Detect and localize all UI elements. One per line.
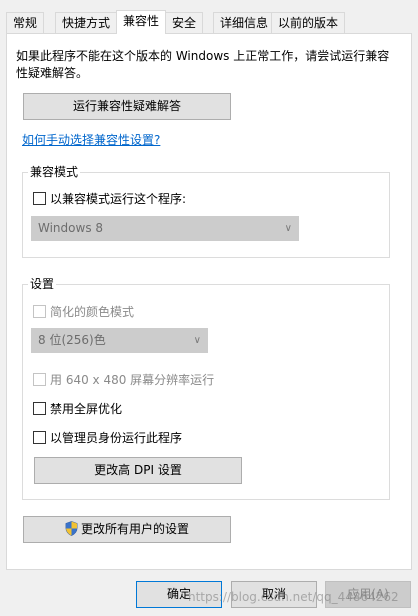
color-mode-select: 8 位(256)色 ∨	[31, 328, 208, 353]
change-all-users-button[interactable]: 更改所有用户的设置	[23, 516, 231, 543]
apply-button[interactable]: 应用(A)	[325, 581, 411, 608]
tab-general[interactable]: 常规	[6, 12, 45, 33]
uac-shield-icon	[65, 520, 78, 545]
settings-title: 设置	[28, 277, 57, 291]
resolution-label: 用 640 x 480 屏幕分辨率运行	[50, 373, 215, 387]
os-version-select: Windows 8 ∨	[31, 216, 299, 241]
fullscreen-opt-checkbox[interactable]: 禁用全屏优化	[33, 400, 122, 417]
compat-mode-label: 以兼容模式运行这个程序:	[50, 192, 187, 206]
compat-mode-checkbox[interactable]: 以兼容模式运行这个程序:	[33, 190, 186, 207]
compat-mode-group	[22, 172, 390, 258]
reduced-color-label: 简化的颜色模式	[50, 305, 135, 319]
run-as-admin-label: 以管理员身份运行此程序	[50, 431, 183, 445]
checkbox-box	[33, 305, 46, 318]
reduced-color-checkbox: 简化的颜色模式	[33, 303, 134, 320]
cancel-button[interactable]: 取消	[231, 581, 317, 608]
change-all-users-label: 更改所有用户的设置	[80, 522, 189, 536]
change-dpi-button[interactable]: 更改高 DPI 设置	[34, 457, 242, 484]
tab-compatibility[interactable]: 兼容性	[116, 10, 167, 34]
fullscreen-opt-label: 禁用全屏优化	[50, 402, 123, 416]
run-troubleshooter-button[interactable]: 运行兼容性疑难解答	[23, 93, 231, 120]
color-mode-value: 8 位(256)色	[38, 333, 106, 347]
chevron-down-icon: ∨	[284, 223, 292, 234]
tab-previous-versions[interactable]: 以前的版本	[271, 12, 346, 33]
compat-mode-title: 兼容模式	[28, 165, 81, 179]
tab-security[interactable]: 安全	[165, 12, 204, 33]
checkbox-box	[33, 373, 46, 386]
os-version-value: Windows 8	[38, 221, 104, 235]
tab-details[interactable]: 详细信息	[213, 12, 276, 33]
checkbox-box[interactable]	[33, 402, 46, 415]
run-as-admin-checkbox[interactable]: 以管理员身份运行此程序	[33, 429, 182, 446]
manual-settings-link[interactable]: 如何手动选择兼容性设置?	[22, 131, 160, 148]
resolution-checkbox: 用 640 x 480 屏幕分辨率运行	[33, 371, 214, 388]
tab-shortcut[interactable]: 快捷方式	[55, 12, 118, 33]
compat-description: 如果此程序不能在这个版本的 Windows 上正常工作，请尝试运行兼容性疑难解答…	[16, 49, 390, 80]
ok-button[interactable]: 确定	[136, 581, 222, 608]
chevron-down-icon: ∨	[193, 335, 201, 346]
checkbox-box[interactable]	[33, 192, 46, 205]
checkbox-box[interactable]	[33, 431, 46, 444]
tab-strip: 常规 快捷方式 兼容性 安全 详细信息 以前的版本	[6, 10, 412, 34]
